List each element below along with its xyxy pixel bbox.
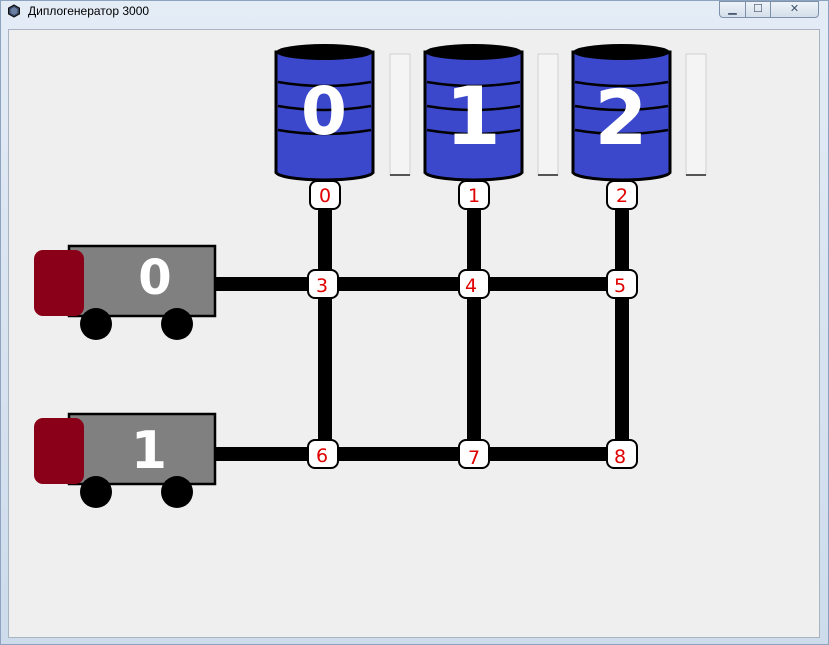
- node-label: 3: [316, 275, 328, 297]
- canvas-area[interactable]: 0 1 2 0 1 0 1 2 3 4 5 6 7 8: [8, 29, 820, 638]
- node-6[interactable]: 6: [307, 439, 339, 469]
- level-gauge: [537, 53, 559, 176]
- node-0[interactable]: 0: [309, 180, 341, 210]
- node-label: 0: [319, 185, 331, 207]
- tank-2[interactable]: 2: [571, 44, 672, 182]
- tank-1[interactable]: 1: [423, 44, 524, 182]
- node-label: 5: [614, 275, 626, 297]
- tank-label: 1: [445, 70, 501, 163]
- node-3[interactable]: 3: [307, 269, 339, 299]
- truck-0[interactable]: 0: [34, 244, 217, 340]
- truck-label: 1: [131, 421, 167, 481]
- title-bar[interactable]: Диплогенератор 3000 ▁ ☐ ✕: [1, 1, 828, 23]
- node-4[interactable]: 4: [458, 269, 490, 299]
- level-gauge: [685, 53, 707, 176]
- close-button[interactable]: ✕: [770, 1, 819, 18]
- tank-label: 0: [301, 73, 347, 150]
- node-2[interactable]: 2: [606, 180, 638, 210]
- node-label: 1: [468, 185, 480, 207]
- level-gauge: [389, 53, 411, 176]
- node-5[interactable]: 5: [606, 269, 638, 299]
- node-label: 8: [614, 446, 626, 468]
- window-title: Диплогенератор 3000: [28, 4, 150, 18]
- truck-label: 0: [138, 250, 171, 306]
- pipe-network: [215, 198, 629, 461]
- node-7[interactable]: 7: [458, 439, 490, 469]
- maximize-button[interactable]: ☐: [745, 1, 771, 18]
- app-icon: [8, 4, 20, 18]
- truck-1[interactable]: 1: [34, 412, 217, 508]
- app-window: Диплогенератор 3000 ▁ ☐ ✕ 0 1 2 0 1 0 1 …: [0, 0, 829, 645]
- node-label: 6: [316, 445, 328, 467]
- tank-0[interactable]: 0: [274, 44, 375, 182]
- node-8[interactable]: 8: [606, 439, 638, 469]
- node-1[interactable]: 1: [458, 180, 490, 210]
- scene-canvas[interactable]: 0 1 2 0 1 0 1 2 3 4 5 6 7 8: [9, 30, 819, 637]
- node-label: 7: [468, 447, 480, 469]
- node-label: 4: [465, 275, 477, 297]
- node-label: 2: [616, 185, 628, 207]
- tank-label: 2: [595, 73, 648, 162]
- minimize-button[interactable]: ▁: [719, 1, 746, 18]
